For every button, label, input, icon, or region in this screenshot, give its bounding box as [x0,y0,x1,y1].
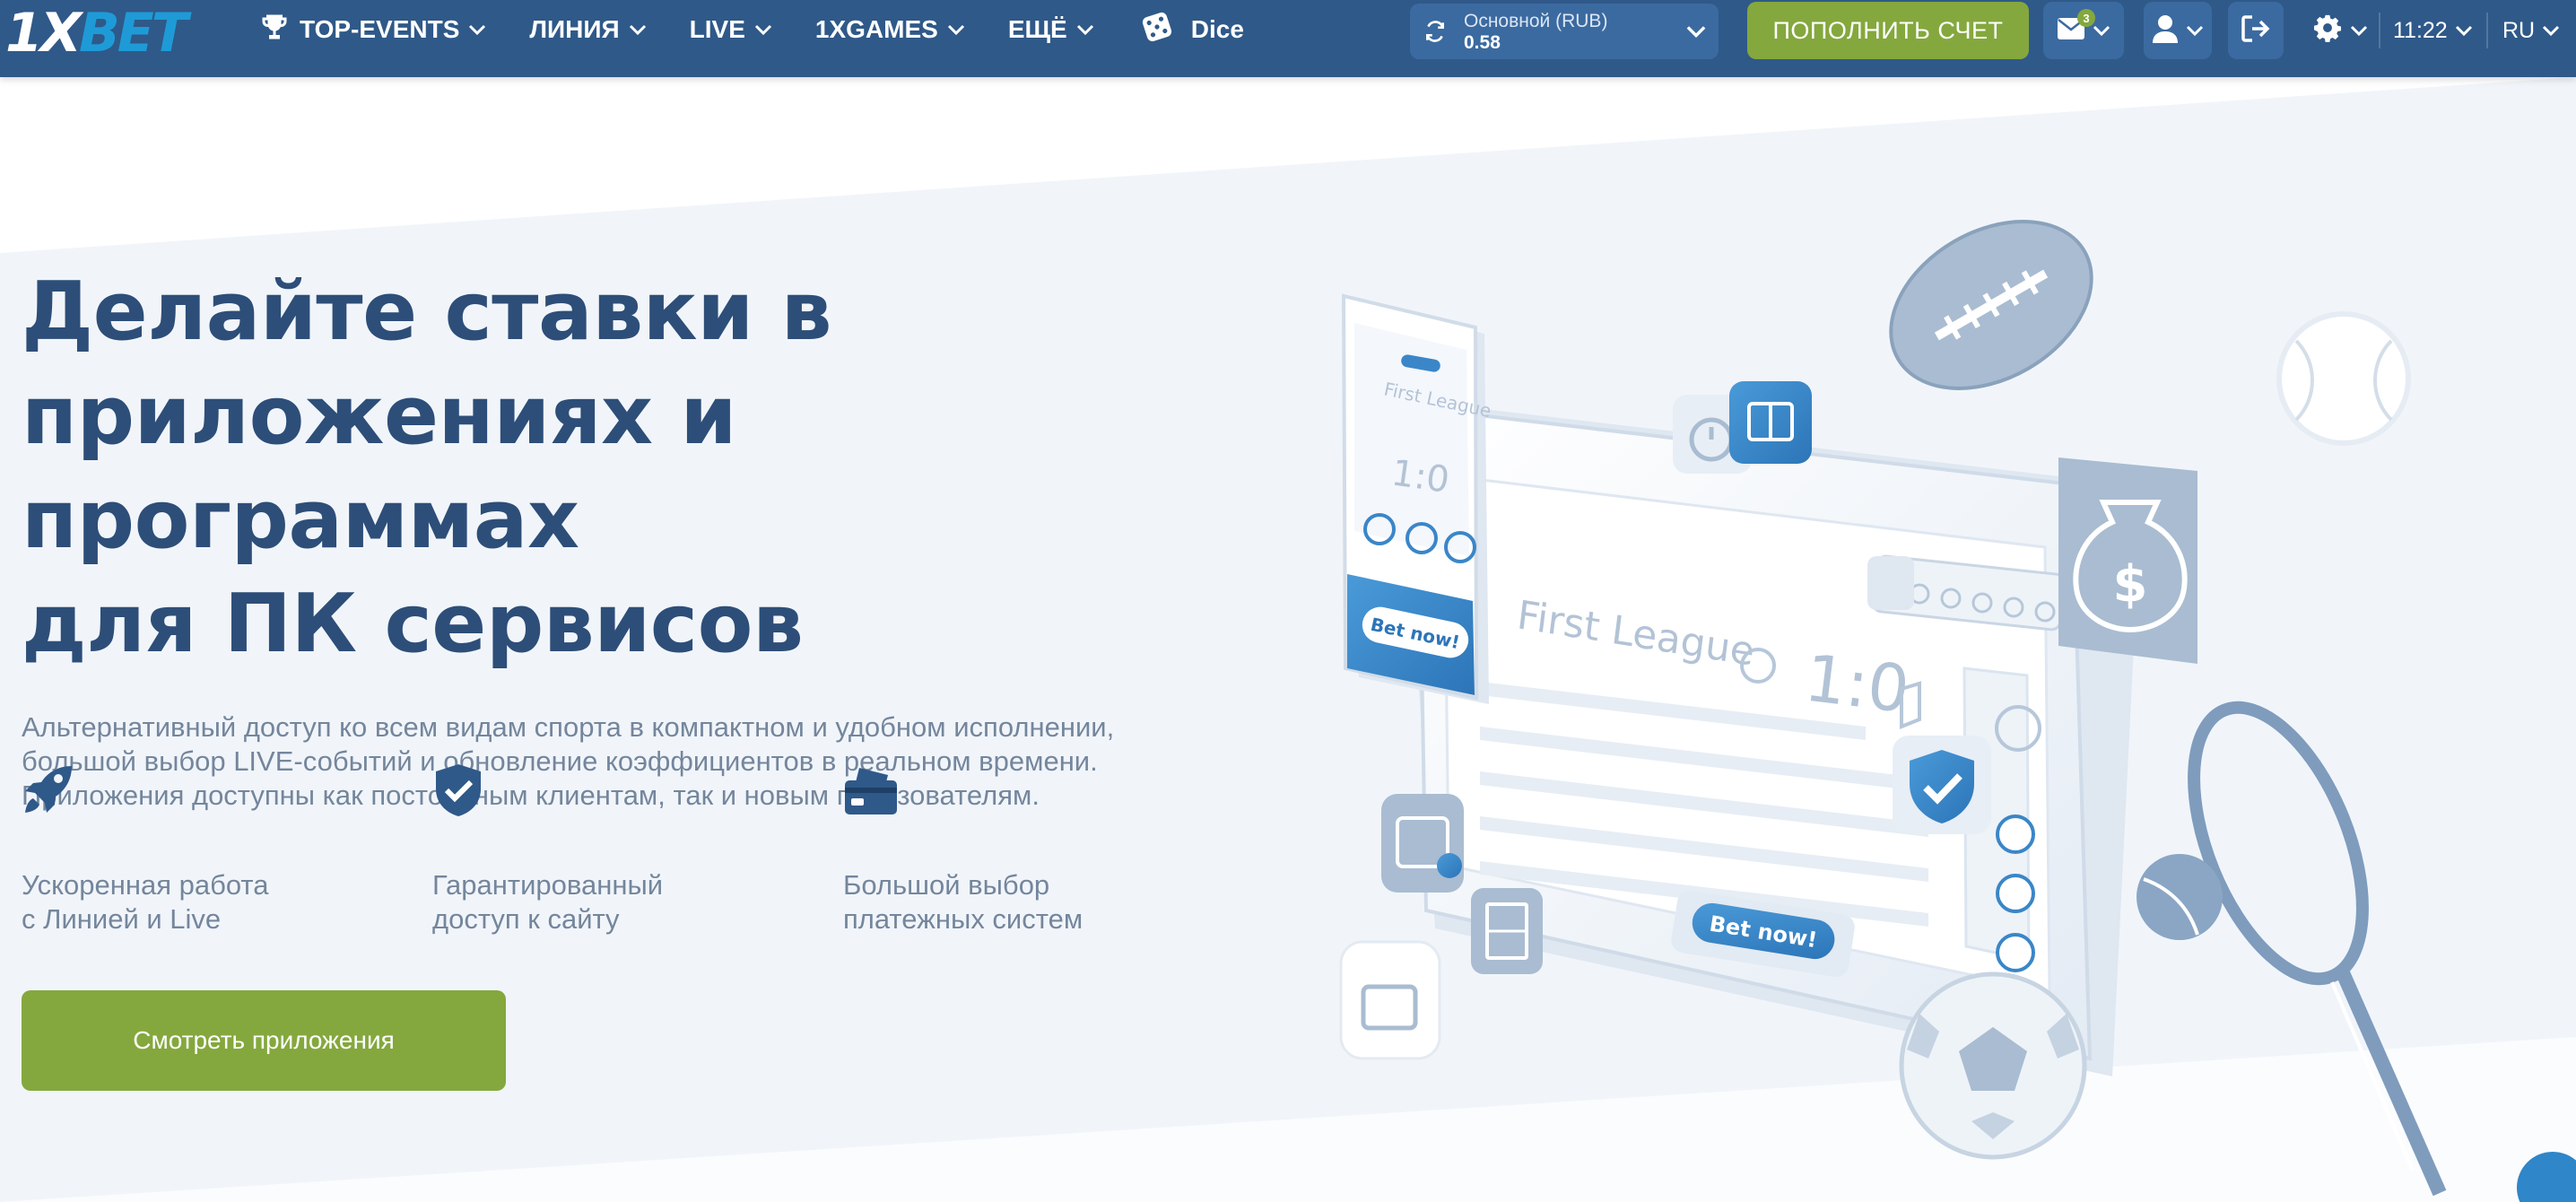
chevron-down-icon [2093,24,2110,37]
chevron-down-icon [2455,24,2473,37]
brand-logo[interactable]: 1X BET [5,2,188,65]
logout-icon [2241,14,2270,47]
chevron-down-icon [629,23,647,36]
messages-button[interactable]: 3 [2043,2,2124,59]
hero-content: Делайте ставки в приложениях и программа… [22,260,1241,813]
page-title: Делайте ставки в приложениях и программа… [22,265,832,671]
money-bag-tile-illustration: $ [2058,457,2197,664]
nav-1xgames[interactable]: 1XGAMES [815,0,965,59]
chevron-down-icon [947,23,965,36]
language-code: RU [2502,17,2536,43]
time-selector[interactable]: 11:22 [2393,2,2473,59]
dice-icon [1137,7,1177,53]
top-navbar: 1XBET TOP-EVENTS ЛИНИЯ LIVE 1XGAMES ЕЩЁ [0,0,2576,77]
svg-text:1:0: 1:0 [1389,452,1452,501]
chevron-down-icon [2542,24,2560,37]
header-divider [2379,13,2380,48]
deposit-button[interactable]: ПОПОЛНИТЬ СЧЕТ [1747,2,2029,59]
nav-live[interactable]: LIVE [690,0,772,59]
features-list: Ускоренная работа с Линией и Live Гарант… [22,762,1254,936]
tennis-racket-illustration [2137,701,2447,1197]
clock-time: 11:22 [2393,17,2448,43]
chevron-down-icon [1076,23,1094,36]
chevron-down-icon [754,23,772,36]
baseball-illustration [2276,311,2411,446]
stopwatch-tile-illustration [1673,381,1812,474]
svg-text:$: $ [2113,555,2148,614]
hero-illustration: First League 1:0 Bet now! First League 1… [1339,220,2447,1197]
logout-button[interactable] [2228,2,2284,59]
betting-screen-illustration: First League 1:0 Bet now! [1399,399,2135,1076]
wallet-tile-illustration [1339,940,1441,1060]
profile-button[interactable] [2144,2,2212,59]
score-label: 1:0 [1801,640,1913,727]
chevron-down-icon [2186,24,2204,37]
feature-item: Большой выбор платежных систем [843,762,1254,936]
balance-value: 0.58 [1464,32,1501,53]
settings-button[interactable] [2312,2,2368,59]
chevron-down-icon [1674,24,1719,39]
nav-top-events[interactable]: TOP-EVENTS [258,0,486,59]
header-divider [2486,13,2488,48]
refresh-icon[interactable] [1410,20,1460,43]
messages-count-badge: 3 [2077,9,2095,27]
calendar-tile-illustration [1381,794,1464,893]
view-apps-button[interactable]: Смотреть приложения [22,990,506,1091]
chevron-down-icon [2350,24,2368,37]
rugby-ball-illustration [1889,220,2093,390]
nav-dice[interactable]: Dice [1137,0,1244,59]
credit-card-icon [843,762,1254,827]
nav-more[interactable]: ЕЩЁ [1008,0,1094,59]
user-icon [2152,14,2179,48]
field-tile-illustration [1471,888,1543,974]
shield-check-icon [432,762,843,827]
gear-icon [2312,13,2343,49]
nav-line[interactable]: ЛИНИЯ [529,0,646,59]
balance-selector[interactable]: Основной (RUB) 0.58 [1410,4,1719,59]
main-nav: TOP-EVENTS ЛИНИЯ LIVE 1XGAMES ЕЩЁ Dice [258,0,1244,59]
chevron-down-icon [468,23,486,36]
feature-item: Гарантированный доступ к сайту [432,762,843,936]
language-selector[interactable]: RU [2502,2,2560,59]
soccer-ball-illustration [1899,971,2087,1160]
trophy-icon [258,11,291,49]
phone-illustration: First League 1:0 Bet now! [1341,293,1493,704]
feature-item: Ускоренная работа с Линией и Live [22,762,432,936]
rocket-icon [22,762,432,827]
balance-label: Основной (RUB) [1464,11,1608,31]
